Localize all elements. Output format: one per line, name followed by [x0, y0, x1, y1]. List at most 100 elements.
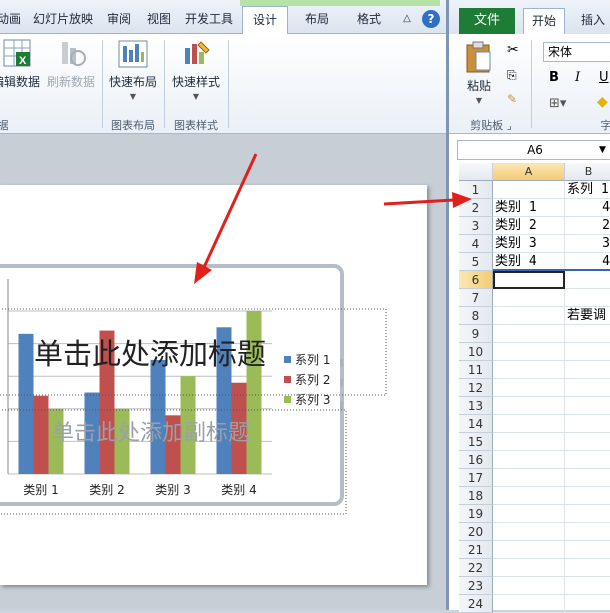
cell-a10[interactable]	[493, 343, 565, 361]
cell-b22[interactable]	[565, 559, 610, 577]
cell-b11[interactable]	[565, 361, 610, 379]
cell-b5[interactable]: 4	[565, 253, 610, 271]
paste-button[interactable]: 粘贴 ▼	[461, 40, 497, 105]
cell-b2[interactable]: 4	[565, 199, 610, 217]
resize-handle[interactable]	[340, 359, 343, 367]
chart-object[interactable]: 系列 1系列 2系列 3 类别 1 类别 2 类别 3 类别 4 单击此处添加标题 单…	[0, 0, 446, 610]
name-box[interactable]: A6	[457, 140, 610, 160]
cell-b21[interactable]	[565, 541, 610, 559]
cell-a18[interactable]	[493, 487, 565, 505]
row-header-10[interactable]: 10	[459, 343, 493, 361]
column-header-b[interactable]: B	[565, 163, 610, 181]
cell-a13[interactable]	[493, 397, 565, 415]
cell-a12[interactable]	[493, 379, 565, 397]
copy-icon[interactable]: ⎘	[507, 68, 517, 83]
cell-b18[interactable]	[565, 487, 610, 505]
subtitle-placeholder-text[interactable]: 单击此处添加副标题	[52, 421, 250, 446]
cell-a22[interactable]	[493, 559, 565, 577]
row-header-24[interactable]: 24	[459, 595, 493, 613]
dialog-launcher-icon[interactable]: ⌟	[507, 119, 512, 132]
cell-a20[interactable]	[493, 523, 565, 541]
cell-a14[interactable]	[493, 415, 565, 433]
row-header-17[interactable]: 17	[459, 469, 493, 487]
cell-b3[interactable]: 2	[565, 217, 610, 235]
bold-button[interactable]: B	[549, 70, 559, 85]
cell-b1[interactable]: 系列 1	[565, 181, 610, 199]
cell-a23[interactable]	[493, 577, 565, 595]
cell-b17[interactable]	[565, 469, 610, 487]
column-header-a[interactable]: A	[493, 163, 565, 181]
tab-home[interactable]: 开始	[523, 8, 565, 34]
cell-b10[interactable]	[565, 343, 610, 361]
row-header-9[interactable]: 9	[459, 325, 493, 343]
cell-b6[interactable]	[565, 271, 610, 289]
format-painter-icon[interactable]: ✎	[507, 92, 517, 106]
cell-b14[interactable]	[565, 415, 610, 433]
cell-b4[interactable]: 3	[565, 235, 610, 253]
underline-button[interactable]: U	[599, 70, 609, 85]
row-header-15[interactable]: 15	[459, 433, 493, 451]
cell-b15[interactable]	[565, 433, 610, 451]
row-header-7[interactable]: 7	[459, 289, 493, 307]
bar-3-4[interactable]	[246, 311, 262, 474]
tab-insert[interactable]: 插入	[573, 8, 610, 34]
cell-b16[interactable]	[565, 451, 610, 469]
row-header-8[interactable]: 8	[459, 307, 493, 325]
cut-icon[interactable]: ✂	[507, 42, 519, 58]
cell-a15[interactable]	[493, 433, 565, 451]
resize-handle[interactable]	[340, 379, 343, 387]
borders-icon[interactable]: ⊞▾	[549, 96, 566, 111]
spreadsheet-grid[interactable]: A B 1 系列 1 2 类别 1 4 3 类别 2 2 4 类别 3 3 5 类别 4 4 6 7 8 若要调 9 10…	[449, 163, 610, 613]
chart-legend[interactable]: 系列 1系列 2系列 3	[284, 353, 343, 409]
row-header-21[interactable]: 21	[459, 541, 493, 559]
cell-b7[interactable]	[565, 289, 610, 307]
cell-a11[interactable]	[493, 361, 565, 379]
cell-a24[interactable]	[493, 595, 565, 613]
cell-b20[interactable]	[565, 523, 610, 541]
row-header-19[interactable]: 19	[459, 505, 493, 523]
cell-b13[interactable]	[565, 397, 610, 415]
cell-a7[interactable]	[493, 289, 565, 307]
row-header-11[interactable]: 11	[459, 361, 493, 379]
cell-a21[interactable]	[493, 541, 565, 559]
row-header-16[interactable]: 16	[459, 451, 493, 469]
cell-b24[interactable]	[565, 595, 610, 613]
row-header-23[interactable]: 23	[459, 577, 493, 595]
cell-b9[interactable]	[565, 325, 610, 343]
cell-b23[interactable]	[565, 577, 610, 595]
cell-a4[interactable]: 类别 3	[493, 235, 565, 253]
cell-b19[interactable]	[565, 505, 610, 523]
cell-b12[interactable]	[565, 379, 610, 397]
cell-a5[interactable]: 类别 4	[493, 253, 565, 271]
row-header-14[interactable]: 14	[459, 415, 493, 433]
cell-a3[interactable]: 类别 2	[493, 217, 565, 235]
cell-a2[interactable]: 类别 1	[493, 199, 565, 217]
title-placeholder-text[interactable]: 单击此处添加标题	[34, 337, 266, 371]
cell-a16[interactable]	[493, 451, 565, 469]
cell-a6[interactable]	[493, 271, 565, 289]
row-header-13[interactable]: 13	[459, 397, 493, 415]
row-header-12[interactable]: 12	[459, 379, 493, 397]
resize-handle[interactable]	[340, 401, 343, 409]
row-header-6[interactable]: 6	[459, 271, 493, 289]
cell-b8[interactable]: 若要调	[565, 307, 610, 325]
row-header-20[interactable]: 20	[459, 523, 493, 541]
bar-1-1[interactable]	[18, 333, 34, 474]
font-name-dropdown[interactable]: 宋体	[543, 42, 610, 62]
fill-color-icon[interactable]: ◆	[597, 94, 608, 110]
italic-button[interactable]: I	[575, 70, 580, 85]
cell-a1[interactable]	[493, 181, 565, 199]
bar-1-3[interactable]	[150, 359, 166, 474]
file-tab[interactable]: 文件	[459, 8, 515, 34]
row-header-22[interactable]: 22	[459, 559, 493, 577]
row-header-4[interactable]: 4	[459, 235, 493, 253]
cell-a17[interactable]	[493, 469, 565, 487]
cell-a19[interactable]	[493, 505, 565, 523]
select-all-corner[interactable]	[459, 163, 493, 181]
chevron-down-icon[interactable]: ▼	[599, 140, 606, 160]
row-header-18[interactable]: 18	[459, 487, 493, 505]
row-header-5[interactable]: 5	[459, 253, 493, 271]
bar-2-1[interactable]	[33, 395, 49, 474]
cell-a9[interactable]	[493, 325, 565, 343]
cell-a8[interactable]	[493, 307, 565, 325]
